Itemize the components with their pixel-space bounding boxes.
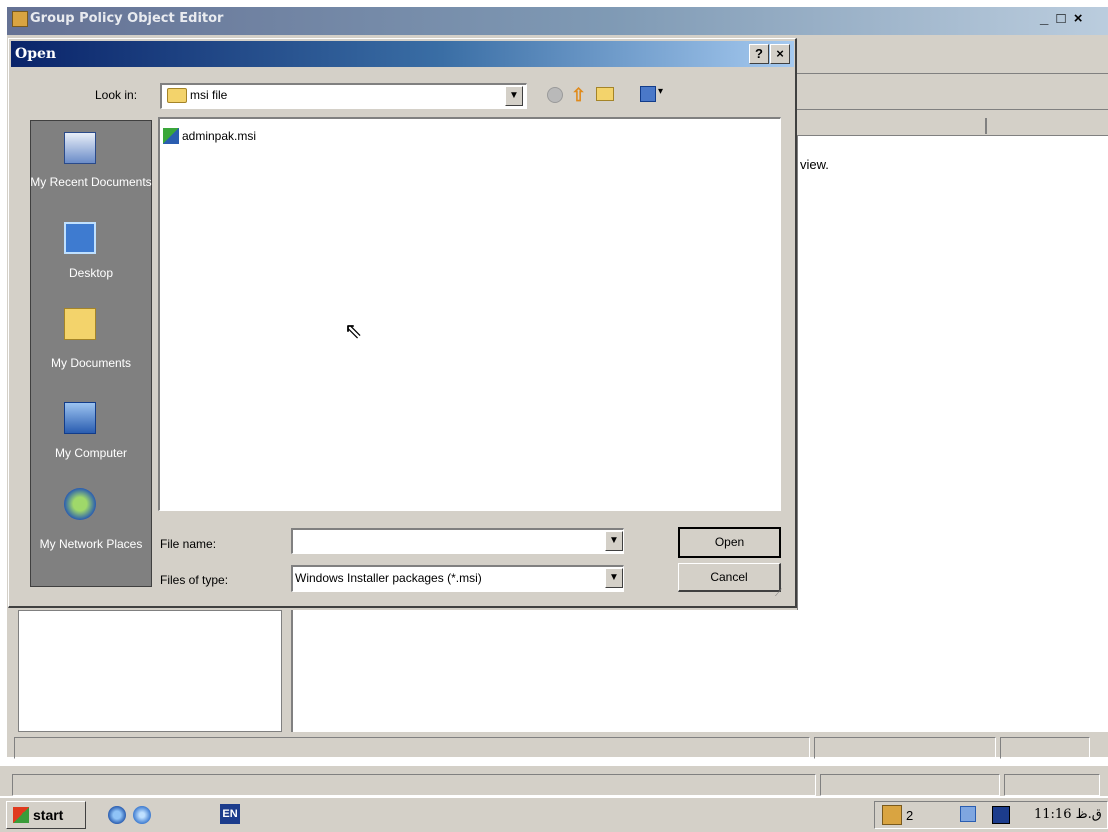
help-button[interactable]: ? [749, 44, 769, 64]
files-of-type-label: Files of type: [160, 573, 229, 587]
resize-grip-icon[interactable]: ⟋ [775, 588, 782, 599]
gpo-description-text: view. [800, 157, 829, 172]
recent-documents-icon [64, 132, 96, 164]
chevron-down-icon[interactable]: ▼ [605, 568, 623, 588]
msi-file-icon [163, 128, 179, 144]
up-one-level-icon[interactable]: ⇧ [571, 85, 586, 106]
my-documents-icon [64, 308, 96, 340]
gpo-column-header[interactable] [797, 117, 1108, 136]
start-label: start [33, 807, 64, 823]
taskbar-upper-strip [0, 766, 1108, 796]
gpo-divider [797, 109, 1108, 110]
look-in-label: Look in: [95, 88, 138, 102]
look-in-value: msi file [190, 88, 228, 102]
gpo-column-divider[interactable] [985, 118, 987, 134]
status-cell [12, 774, 816, 796]
list-item[interactable]: adminpak.msi [163, 128, 256, 144]
windows-logo-icon [13, 807, 29, 823]
chevron-down-icon[interactable]: ▾ [658, 86, 663, 97]
start-button[interactable]: start [6, 801, 86, 829]
place-desktop[interactable]: Desktop [30, 266, 152, 280]
open-button[interactable]: Open [678, 527, 781, 558]
language-indicator[interactable]: EN [220, 804, 240, 824]
status-cell [14, 737, 810, 759]
places-bar [30, 120, 152, 587]
grouped-task-count[interactable]: 2 [906, 808, 913, 823]
status-cell [1000, 737, 1090, 759]
clock[interactable]: 11:16 ق.ظ [1034, 807, 1102, 822]
status-cell [1004, 774, 1100, 796]
chevron-down-icon[interactable]: ▼ [605, 531, 623, 551]
volume-icon[interactable] [992, 806, 1010, 824]
file-name-label: File name: [160, 537, 217, 551]
internet-explorer-icon[interactable] [108, 806, 126, 824]
gpo-tree-pane[interactable] [18, 610, 282, 732]
chevron-down-icon[interactable]: ▼ [505, 86, 523, 106]
desktop-icon [64, 222, 96, 254]
place-my-recent-documents[interactable]: My Recent Documents [30, 175, 152, 189]
gpo-divider [797, 73, 1108, 74]
mouse-pointer-icon: ⇖ [344, 318, 363, 343]
file-name-input[interactable] [291, 528, 624, 554]
place-my-documents[interactable]: My Documents [30, 356, 152, 370]
back-icon[interactable] [547, 87, 563, 103]
file-list[interactable] [158, 117, 781, 511]
gpo-status-bar [14, 737, 1104, 759]
gpo-window-title: Group Policy Object Editor [30, 11, 224, 26]
file-name: adminpak.msi [182, 129, 257, 143]
show-desktop-icon[interactable] [133, 806, 151, 824]
new-folder-icon[interactable] [596, 87, 614, 101]
folder-icon [167, 88, 187, 103]
cancel-button[interactable]: Cancel [678, 563, 781, 592]
views-menu-icon[interactable] [640, 86, 656, 102]
gpo-content-pane[interactable] [291, 610, 1108, 732]
network-places-icon [64, 488, 96, 520]
gpo-window-controls[interactable]: _ □ × [1040, 10, 1108, 32]
grouped-task-icon[interactable] [882, 805, 902, 825]
dialog-titlebar[interactable] [11, 41, 794, 67]
place-my-computer[interactable]: My Computer [30, 446, 152, 460]
my-computer-icon [64, 402, 96, 434]
gpo-menu-toolbar-area [797, 40, 1108, 115]
gpo-app-icon [12, 11, 28, 27]
status-cell [820, 774, 1000, 796]
status-cell [814, 737, 996, 759]
place-my-network-places[interactable]: My Network Places [30, 537, 152, 551]
network-icon[interactable] [960, 806, 976, 822]
files-of-type-value: Windows Installer packages (*.msi) [295, 571, 482, 585]
close-button[interactable]: × [770, 44, 790, 64]
dialog-title: Open [15, 46, 57, 62]
